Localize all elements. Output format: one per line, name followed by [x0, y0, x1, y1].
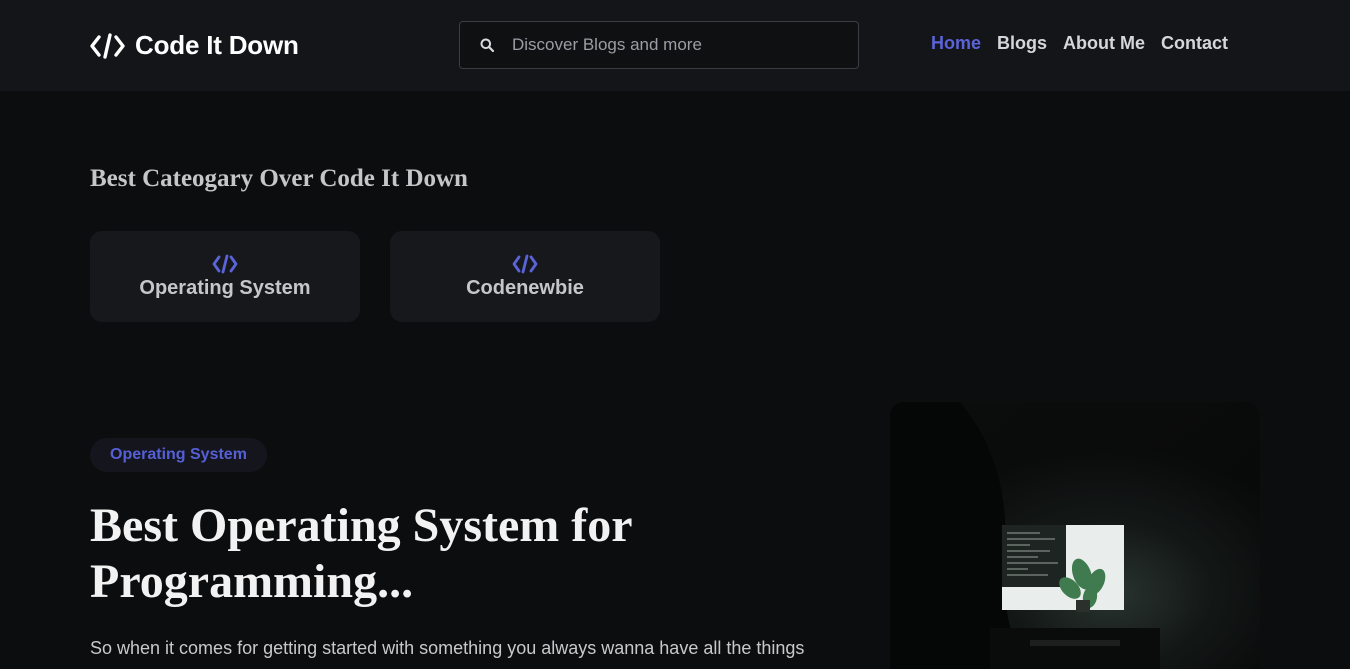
logo-text: Code It Down: [135, 30, 299, 60]
search-icon: [480, 38, 494, 52]
code-icon: [512, 254, 538, 277]
code-icon: [212, 254, 238, 277]
site-logo[interactable]: Code It Down: [90, 30, 299, 61]
top-navbar: Code It Down Home Blogs About Me Contact: [0, 0, 1350, 91]
category-section-title: Best Cateogary Over Code It Down: [90, 165, 468, 192]
nav-about-me[interactable]: About Me: [1063, 33, 1145, 54]
nav-contact[interactable]: Contact: [1161, 33, 1228, 54]
category-label: Operating System: [139, 276, 311, 299]
category-card-codenewbie[interactable]: Codenewbie: [390, 231, 660, 322]
code-icon: [90, 32, 125, 59]
nav-home[interactable]: Home: [931, 33, 981, 54]
category-label: Codenewbie: [466, 276, 584, 299]
post-category-tag[interactable]: Operating System: [90, 438, 267, 472]
search-bar[interactable]: [459, 21, 859, 69]
post-image[interactable]: [890, 402, 1260, 669]
main-nav: Home Blogs About Me Contact: [931, 33, 1228, 54]
category-card-operating-system[interactable]: Operating System: [90, 231, 360, 322]
post-excerpt: So when it comes for getting started wit…: [90, 638, 805, 658]
search-input[interactable]: [510, 34, 830, 56]
nav-blogs[interactable]: Blogs: [997, 33, 1047, 54]
post-title[interactable]: Best Operating System for Programming...: [90, 498, 790, 610]
